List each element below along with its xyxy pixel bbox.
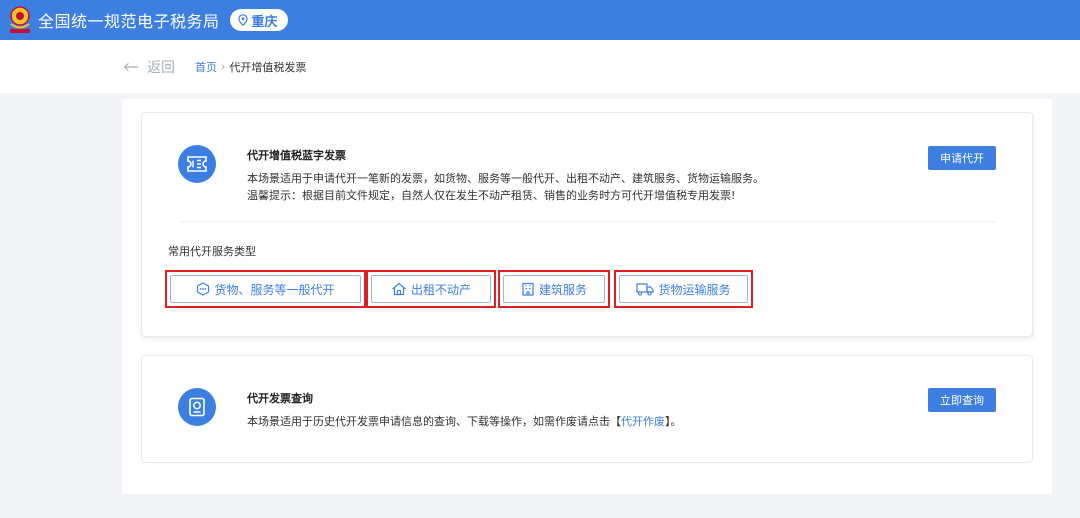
region-label: 重庆 <box>251 14 278 30</box>
void-invoice-link[interactable]: 代开作废 <box>621 415 665 428</box>
card-divider <box>180 221 996 222</box>
back-label: 返回 <box>147 59 175 76</box>
house-icon <box>392 282 406 296</box>
location-pin-icon <box>237 14 248 26</box>
query-card: 代开发票查询 本场景适用于历史代开发票申请信息的查询、下载等操作，如需作废请点击… <box>141 355 1033 463</box>
breadcrumb-current: 代开增值税发票 <box>229 60 307 74</box>
invoice-card-title: 代开增值税蓝字发票 <box>247 149 346 162</box>
back-button[interactable]: 返回 <box>123 57 175 77</box>
service-construction-label: 建筑服务 <box>538 282 587 297</box>
breadcrumb-home[interactable]: 首页 <box>195 59 217 75</box>
region-selector[interactable]: 重庆 <box>229 9 288 31</box>
document-search-icon <box>178 388 216 426</box>
invoice-card-desc: 本场景适用于申请代开一笔新的发票，如货物、服务等一般代开、出租不动产、建筑服务、… <box>247 172 764 185</box>
query-card-title: 代开发票查询 <box>247 392 313 405</box>
breadcrumb-separator: › <box>221 60 226 73</box>
service-transport-wrapper: 货物运输服务 <box>614 270 753 308</box>
chat-bubble-icon <box>197 282 210 296</box>
ticket-icon <box>178 145 216 183</box>
service-general-wrapper: 货物、服务等一般代开 <box>165 270 366 308</box>
service-transport-button[interactable]: 货物运输服务 <box>619 275 748 303</box>
apply-invoice-button[interactable]: 申请代开 <box>928 146 996 170</box>
service-general-label: 货物、服务等一般代开 <box>214 282 335 297</box>
service-construction-button[interactable]: 建筑服务 <box>503 275 605 303</box>
arrow-left-icon <box>123 62 138 71</box>
nav-bar: 返回 首页 › 代开增值税发票 <box>0 40 1080 93</box>
tax-emblem-icon <box>6 5 34 35</box>
invoice-card-tip: 温馨提示：根据目前文件规定，自然人仅在发生不动产租赁、销售的业务时方可代开增值税… <box>247 189 736 202</box>
service-rental-wrapper: 出租不动产 <box>366 270 496 308</box>
query-desc-suffix: 】。 <box>665 415 682 428</box>
service-construction-wrapper: 建筑服务 <box>498 270 610 308</box>
top-bar: 全国统一规范电子税务局 重庆 <box>0 0 1080 40</box>
building-icon <box>522 282 534 296</box>
service-types-label: 常用代开服务类型 <box>168 245 256 258</box>
query-card-desc: 本场景适用于历史代开发票申请信息的查询、下载等操作，如需作废请点击【代开作废】。 <box>247 413 682 429</box>
breadcrumb: 首页 › 代开增值税发票 <box>195 59 306 75</box>
site-title: 全国统一规范电子税务局 <box>38 12 220 31</box>
service-rental-button[interactable]: 出租不动产 <box>371 275 491 303</box>
query-desc-prefix: 本场景适用于历史代开发票申请信息的查询、下载等操作，如需作废请点击【 <box>247 415 621 428</box>
service-rental-label: 出租不动产 <box>410 282 471 297</box>
query-now-button[interactable]: 立即查询 <box>928 388 996 412</box>
service-general-button[interactable]: 货物、服务等一般代开 <box>170 275 361 303</box>
truck-icon <box>636 283 655 296</box>
service-transport-label: 货物运输服务 <box>658 282 731 297</box>
